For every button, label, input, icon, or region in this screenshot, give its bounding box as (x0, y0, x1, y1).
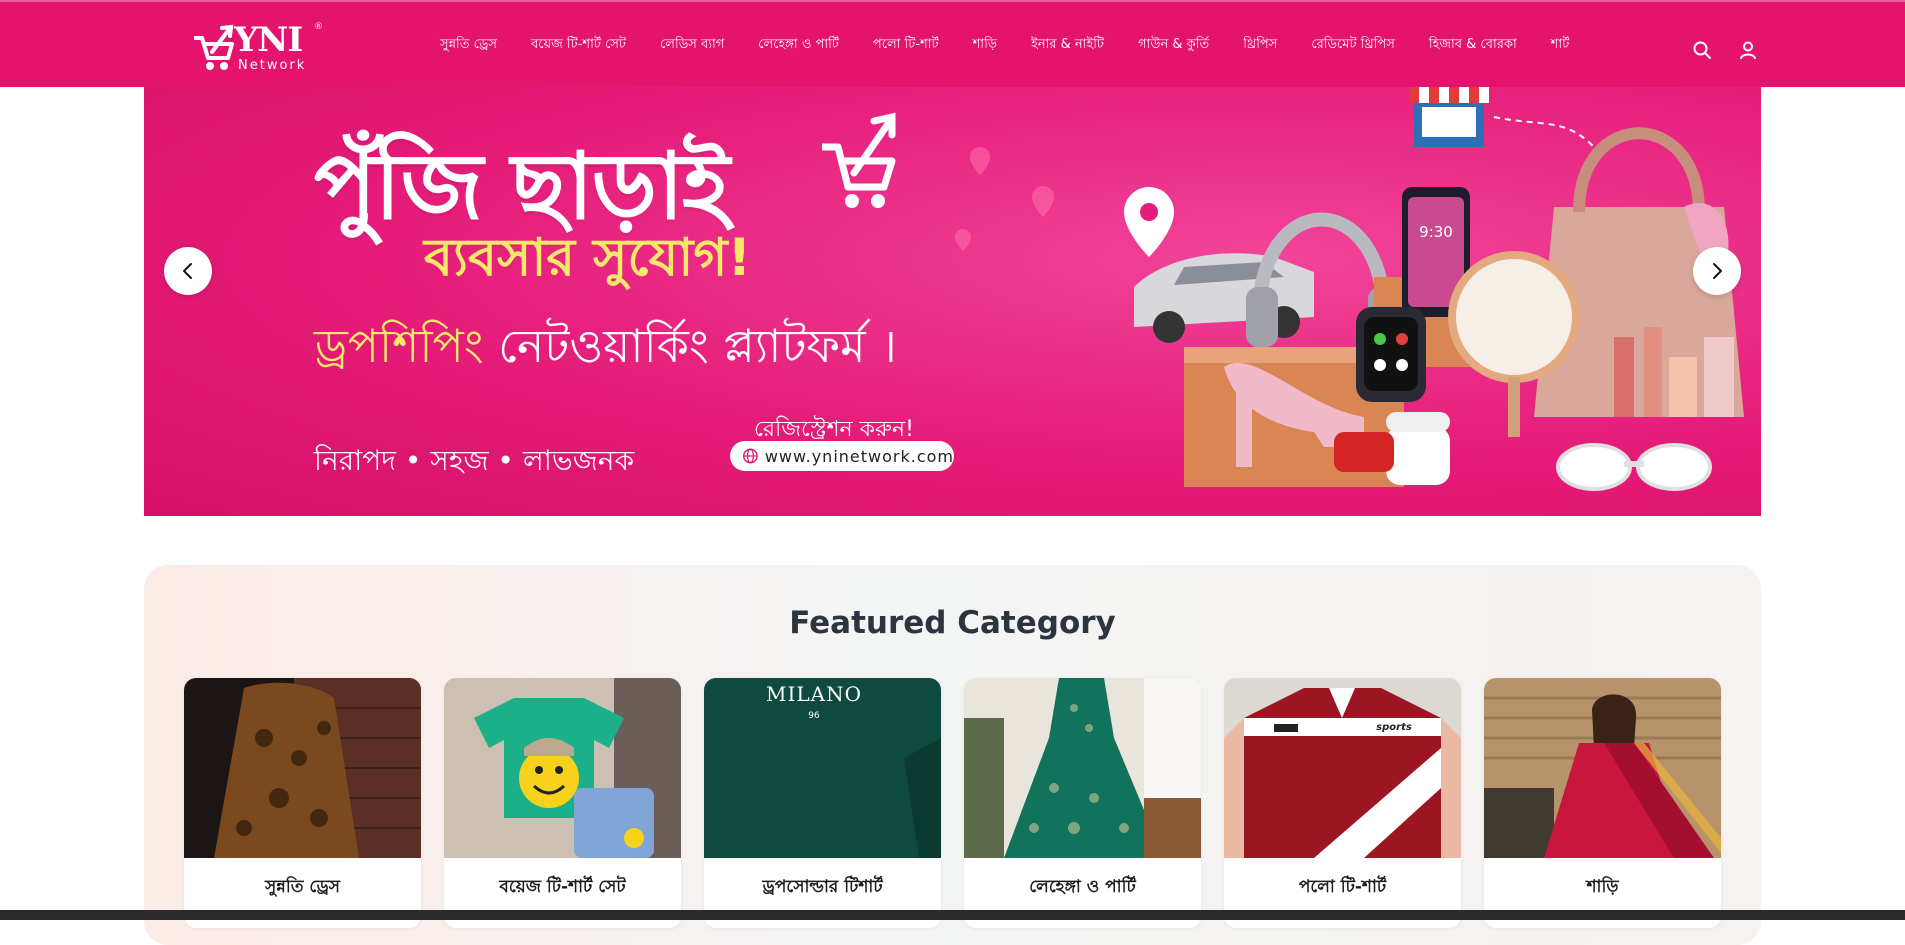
banner-url-pill[interactable]: www.yninetwork.com (730, 441, 954, 471)
banner-headline-highlight: ড্রপশিপিং (314, 319, 484, 373)
logo-text: YNI (234, 20, 303, 60)
category-card-sunnati-dress[interactable]: সুন্নতি ড্রেস (184, 678, 421, 928)
nav-item-lehenga-party[interactable]: লেহেঙ্গা ও পার্টি (758, 35, 839, 56)
nav-item-shirt[interactable]: শার্ট (1551, 35, 1570, 56)
nav-item-threepiece[interactable]: থ্রিপিস (1243, 35, 1277, 56)
category-image (1484, 678, 1721, 858)
nav-item-polo-tshirt[interactable]: পলো টি-শার্ট (873, 35, 939, 56)
category-image: MILANO 96 (704, 678, 941, 858)
banner-url-text: www.yninetwork.com (764, 446, 954, 466)
chevron-left-icon (183, 263, 192, 279)
banner-headline-rest: নেটওয়ার্কিং প্ল্যাটফর্ম । (483, 319, 897, 373)
nav-item-ladies-bag[interactable]: লেডিস ব্যাগ (660, 35, 724, 56)
carousel-next-button[interactable] (1693, 247, 1741, 295)
category-card-dropshoulder-tshirt[interactable]: MILANO 96 ড্রপসোল্ডার টিশার্ট (704, 678, 941, 928)
nav-item-inner-nighty[interactable]: ইনার & নাইটি (1031, 35, 1104, 56)
category-card-lehenga-party[interactable]: লেহেঙ্গা ও পার্টি (964, 678, 1201, 928)
nav-item-hijab-borka[interactable]: হিজাব & বোরকা (1429, 35, 1517, 56)
card-image-text: MILANO (766, 682, 862, 706)
logo-subtext: Network (238, 58, 307, 73)
user-icon[interactable] (1738, 40, 1758, 60)
site-header: YNI ® Network সুন্নতি ড্রেস বয়েজ টি-শার… (0, 0, 1905, 87)
nav-item-gown-kurti[interactable]: গাউন & কুর্তি (1138, 35, 1209, 56)
category-card-saree[interactable]: শাড়ি (1484, 678, 1721, 928)
category-label: বয়েজ টি-শার্ট সেট (499, 877, 626, 897)
carousel-prev-button[interactable] (164, 247, 212, 295)
category-label: ড্রপসোল্ডার টিশার্ট (762, 877, 883, 897)
category-image (184, 678, 421, 858)
nav-item-boys-tshirt-set[interactable]: বয়েজ টি-শার্ট সেট (531, 35, 626, 56)
cart-arrow-icon (822, 112, 896, 208)
category-image (964, 678, 1201, 858)
card-image-text: sports (1376, 722, 1412, 733)
banner-tagline: নিরাপদ • সহজ • লাভজনক (314, 444, 635, 477)
category-label: পলো টি-শার্ট (1298, 877, 1387, 897)
bottom-edge (0, 910, 1905, 920)
svg-text:9:30: 9:30 (1419, 223, 1453, 241)
banner-subtitle: ব্যবসার সুযোগ! (424, 228, 752, 288)
category-label: সুন্নতি ড্রেস (264, 877, 341, 897)
hero-banner[interactable]: পুঁজি ছাড়াই ব্যবসার সুযোগ! ড্রপশিপিং নে… (144, 87, 1761, 516)
site-logo[interactable]: YNI ® Network (190, 20, 330, 74)
cart-arrow-icon (194, 24, 234, 70)
search-icon[interactable] (1692, 40, 1712, 60)
card-image-number: 96 (808, 711, 820, 721)
location-pins-decoration (955, 147, 1054, 251)
product-collage-illustration: 9:30 (1124, 87, 1744, 491)
nav-item-saree[interactable]: শাড়ি (973, 35, 997, 56)
category-image: sports (1224, 678, 1461, 858)
section-title: Featured Category (789, 605, 1116, 641)
category-label: শাড়ি (1586, 877, 1619, 897)
registered-mark: ® (314, 22, 323, 32)
category-image (444, 678, 681, 858)
chevron-right-icon (1713, 263, 1722, 279)
nav-item-sunnati-dress[interactable]: সুন্নতি ড্রেস (440, 35, 497, 56)
category-label: লেহেঙ্গা ও পার্টি (1029, 877, 1136, 897)
category-card-polo-tshirt[interactable]: sports পলো টি-শার্ট (1224, 678, 1461, 928)
nav-item-readymade-threepiece[interactable]: রেডিমেট থ্রিপিস (1311, 35, 1395, 56)
globe-icon (743, 448, 758, 464)
category-card-boys-tshirt-set[interactable]: বয়েজ টি-শার্ট সেট (444, 678, 681, 928)
featured-category-section: Featured Category সুন্নতি ড্রেস বয়েজ টি… (144, 565, 1761, 945)
main-navigation: সুন্নতি ড্রেস বয়েজ টি-শার্ট সেট লেডিস ব… (440, 34, 1569, 56)
banner-headline: ড্রপশিপিং নেটওয়ার্কিং প্ল্যাটফর্ম । (314, 312, 897, 388)
